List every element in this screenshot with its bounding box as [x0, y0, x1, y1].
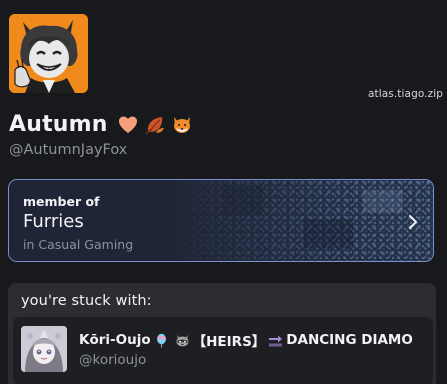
profile-handle: @AutumnJayFox — [9, 142, 128, 158]
profile-page: atlas.tiago.zip Autumn @AutumnJayFox mem… — [0, 0, 447, 384]
orange-heart-icon — [118, 116, 137, 133]
display-name: Autumn — [9, 112, 108, 137]
group-name: Furries — [23, 211, 84, 232]
fox-character-avatar-icon — [9, 14, 88, 93]
profile-avatar[interactable] — [9, 14, 88, 93]
stuck-with-user-row[interactable]: Kōri-Oujo 【HEIRS】 DANCING DIAMO @koriouj… — [13, 317, 433, 384]
stuck-with-title: you're stuck with: — [21, 293, 152, 309]
fallen-leaf-icon — [145, 116, 164, 134]
user-display-name: Kōri-Oujo 【HEIRS】 DANCING DIAMO — [79, 330, 413, 350]
profile-domain[interactable]: atlas.tiago.zip — [368, 88, 443, 100]
group-context: in Casual Gaming — [23, 237, 134, 252]
display-name-row: Autumn — [9, 112, 193, 137]
chevron-right-icon — [409, 215, 417, 229]
user-name-part2: 【HEIRS】 — [192, 334, 266, 350]
user-handle: @korioujo — [79, 352, 147, 368]
member-of-label: member of — [23, 194, 100, 209]
raccoon-icon — [176, 334, 189, 346]
group-membership-card[interactable]: member of Furries in Casual Gaming — [8, 179, 434, 262]
user-name-part1: Kōri-Oujo — [79, 332, 151, 348]
stuck-with-panel: you're stuck with: Kōri-Oujo 【HEIRS】 DAN… — [8, 283, 436, 384]
soon-arrow-icon — [269, 335, 283, 346]
user-name-part3: DANCING DIAMO — [286, 332, 413, 348]
korioujo-avatar-icon — [21, 326, 67, 372]
user-avatar[interactable] — [21, 326, 67, 372]
fox-face-icon — [173, 116, 190, 133]
balloon-icon — [156, 333, 166, 347]
